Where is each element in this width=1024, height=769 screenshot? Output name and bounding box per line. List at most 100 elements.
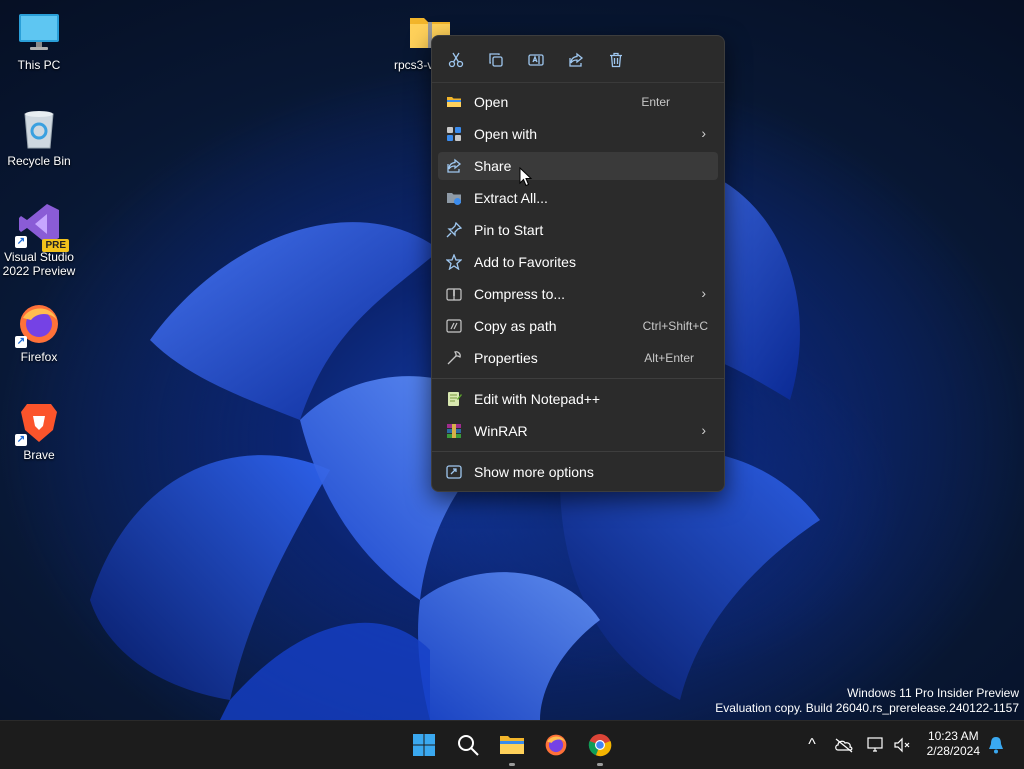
menu-item-open-with[interactable]: Open with › xyxy=(438,120,718,148)
windows-logo-icon xyxy=(413,734,435,756)
rename-icon xyxy=(528,54,544,66)
menu-item-label: Edit with Notepad++ xyxy=(474,391,601,407)
show-hidden-icons-button[interactable]: ^ xyxy=(796,729,828,761)
chrome-icon xyxy=(588,734,612,757)
pin-icon xyxy=(446,222,462,238)
submenu-arrow-icon: › xyxy=(701,422,706,438)
desktop-icon-label: Brave xyxy=(23,448,55,462)
brave-icon: ↗ xyxy=(15,400,61,446)
context-menu-toolbar xyxy=(432,36,724,83)
bell-icon xyxy=(989,737,1003,754)
menu-item-edit-with-notepad-plus-plus[interactable]: Edit with Notepad++ xyxy=(438,385,718,413)
preview-badge: PRE xyxy=(42,239,69,252)
menu-item-label: Copy as path xyxy=(474,318,557,334)
desktop-icon-this-pc[interactable]: This PC xyxy=(0,10,78,72)
running-indicator xyxy=(509,763,515,766)
menu-item-label: Extract All... xyxy=(474,190,548,206)
watermark-build: Evaluation copy. Build 26040.rs_prerelea… xyxy=(715,701,1019,715)
chevron-up-icon: ^ xyxy=(808,736,816,753)
desktop-icon-label: Firefox xyxy=(20,350,58,364)
delete-icon xyxy=(610,52,622,68)
menu-item-copy-as-path[interactable]: Copy as path Ctrl+Shift+C xyxy=(438,312,718,340)
menu-item-label: Properties xyxy=(474,350,538,366)
copy-icon xyxy=(489,53,503,67)
context-menu: Open Enter Open with › Share Extract All… xyxy=(431,35,725,492)
cut-button[interactable] xyxy=(444,48,468,72)
mouse-cursor-icon xyxy=(519,167,533,187)
menu-item-share[interactable]: Share xyxy=(438,152,718,180)
open-with-icon xyxy=(447,127,461,141)
desktop-icon-firefox[interactable]: ↗ Firefox xyxy=(0,302,78,364)
menu-item-label: Open with xyxy=(474,126,538,142)
menu-separator xyxy=(432,451,724,452)
wrench-icon xyxy=(447,351,461,365)
winrar-icon xyxy=(447,424,461,438)
volume-muted-icon xyxy=(894,737,910,753)
share-icon xyxy=(447,158,462,173)
copy-button[interactable] xyxy=(484,48,508,72)
rename-button[interactable] xyxy=(524,48,548,72)
menu-item-compress-to[interactable]: Compress to... › xyxy=(438,280,718,308)
taskbar-file-explorer[interactable] xyxy=(496,729,528,766)
menu-item-label: Open xyxy=(474,94,509,110)
share-icon xyxy=(569,52,584,67)
shortcut-arrow-icon: ↗ xyxy=(15,236,27,248)
start-button[interactable] xyxy=(408,729,440,761)
menu-item-label: Compress to... xyxy=(474,286,566,302)
menu-item-pin-to-start[interactable]: Pin to Start xyxy=(438,216,718,244)
submenu-arrow-icon: › xyxy=(701,125,706,141)
share-button[interactable] xyxy=(564,48,588,72)
network-icon xyxy=(867,737,883,752)
shortcut-arrow-icon: ↗ xyxy=(15,434,27,446)
delete-button[interactable] xyxy=(604,48,628,72)
menu-item-label: Pin to Start xyxy=(474,222,544,238)
taskbar-firefox[interactable] xyxy=(540,729,572,761)
menu-item-label: WinRAR xyxy=(474,423,528,439)
firefox-icon xyxy=(545,734,567,756)
running-indicator xyxy=(597,763,603,766)
menu-item-properties[interactable]: Properties Alt+Enter xyxy=(438,344,718,372)
file-explorer-icon xyxy=(500,736,524,754)
volume-tray-button[interactable] xyxy=(886,729,918,761)
submenu-arrow-icon: › xyxy=(701,285,706,301)
menu-item-extract-all[interactable]: Extract All... xyxy=(438,184,718,212)
extract-icon xyxy=(447,193,461,205)
star-icon xyxy=(446,254,462,270)
clock-time: 10:23 AM xyxy=(927,729,979,743)
compress-icon xyxy=(446,288,462,301)
more-options-icon xyxy=(446,465,462,479)
desktop-icon-brave[interactable]: ↗ Brave xyxy=(0,400,78,462)
taskbar-chrome[interactable] xyxy=(584,729,616,766)
shortcut-arrow-icon: ↗ xyxy=(15,336,27,348)
desktop-icon-label: Recycle Bin xyxy=(7,154,71,168)
taskbar: ^ 10:23 AM 2/28/2024 xyxy=(0,720,1024,769)
menu-item-label: Show more options xyxy=(474,464,594,480)
watermark-edition: Windows 11 Pro Insider Preview xyxy=(847,686,1019,700)
cut-icon xyxy=(448,52,464,68)
notifications-button[interactable] xyxy=(980,729,1012,761)
desktop-icon-label: This PC xyxy=(17,58,61,72)
firefox-icon: ↗ xyxy=(15,302,61,348)
notepad-plus-plus-icon xyxy=(448,392,462,406)
search-button[interactable] xyxy=(452,729,484,761)
menu-item-shortcut: Alt+Enter xyxy=(644,351,694,365)
onedrive-tray-button[interactable] xyxy=(828,729,860,761)
menu-item-label: Add to Favorites xyxy=(474,254,576,270)
visual-studio-icon: PRE ↗ xyxy=(15,202,69,252)
menu-item-add-to-favorites[interactable]: Add to Favorites xyxy=(438,248,718,276)
search-icon xyxy=(458,735,479,756)
desktop-icon-visual-studio[interactable]: PRE ↗ Visual Studio 2022 Preview xyxy=(0,202,78,278)
copy-path-icon xyxy=(446,319,462,333)
menu-item-show-more-options[interactable]: Show more options xyxy=(438,458,718,486)
menu-item-shortcut: Enter xyxy=(641,95,670,109)
menu-item-winrar[interactable]: WinRAR › xyxy=(438,417,718,445)
clock-date: 2/28/2024 xyxy=(926,744,980,758)
folder-icon xyxy=(447,97,461,107)
desktop-icon-label: Visual Studio 2022 Preview xyxy=(2,250,76,278)
menu-item-open[interactable]: Open Enter xyxy=(438,88,718,116)
taskbar-clock[interactable]: 10:23 AM 2/28/2024 xyxy=(927,729,980,759)
monitor-icon xyxy=(17,10,61,54)
cloud-off-icon xyxy=(835,738,853,753)
recycle-bin-icon xyxy=(17,106,61,150)
desktop-icon-recycle-bin[interactable]: Recycle Bin xyxy=(0,106,78,168)
